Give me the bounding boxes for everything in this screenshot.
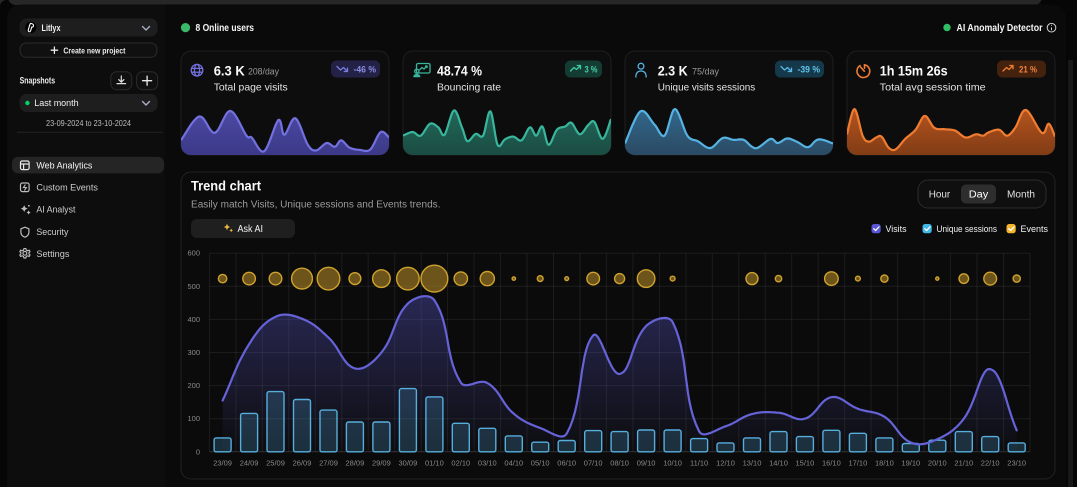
- svg-text:Bouncing rate: Bouncing rate: [437, 81, 501, 93]
- svg-text:13/10: 13/10: [743, 459, 762, 468]
- svg-text:24/09: 24/09: [240, 459, 259, 468]
- svg-text:Security: Security: [36, 227, 68, 238]
- svg-text:75/day: 75/day: [692, 67, 720, 77]
- svg-text:16/10: 16/10: [822, 459, 841, 468]
- svg-text:0: 0: [196, 447, 200, 456]
- svg-text:Litlyx: Litlyx: [42, 23, 61, 33]
- svg-text:15/10: 15/10: [796, 459, 815, 468]
- svg-text:29/09: 29/09: [372, 459, 391, 468]
- svg-text:-39 %: -39 %: [798, 64, 821, 74]
- svg-text:10/10: 10/10: [663, 459, 682, 468]
- svg-text:12/10: 12/10: [716, 459, 735, 468]
- svg-text:25/09: 25/09: [266, 459, 285, 468]
- svg-text:26/09: 26/09: [293, 459, 312, 468]
- svg-text:14/10: 14/10: [769, 459, 788, 468]
- svg-text:200: 200: [187, 381, 200, 390]
- svg-text:AI Anomaly Detector: AI Anomaly Detector: [957, 23, 1043, 34]
- svg-text:Day: Day: [969, 190, 989, 201]
- svg-text:Create new project: Create new project: [63, 45, 125, 55]
- svg-text:AI Analyst: AI Analyst: [36, 205, 75, 216]
- svg-text:06/10: 06/10: [557, 459, 576, 468]
- svg-text:400: 400: [187, 315, 200, 324]
- svg-text:48.74 %: 48.74 %: [437, 63, 482, 79]
- svg-text:208/day: 208/day: [248, 67, 280, 77]
- svg-text:22/10: 22/10: [981, 459, 1000, 468]
- svg-text:01/10: 01/10: [425, 459, 444, 468]
- svg-text:11/10: 11/10: [690, 459, 708, 468]
- svg-text:23-09-2024 to 23-10-2024: 23-09-2024 to 23-10-2024: [46, 119, 131, 128]
- svg-text:23/10: 23/10: [1007, 459, 1026, 468]
- svg-text:6.3 K: 6.3 K: [214, 63, 245, 79]
- svg-text:Total avg session time: Total avg session time: [880, 81, 986, 93]
- svg-text:Web Analytics: Web Analytics: [36, 161, 92, 172]
- svg-text:19/10: 19/10: [901, 459, 920, 468]
- svg-text:04/10: 04/10: [504, 459, 523, 468]
- svg-text:28/09: 28/09: [346, 459, 365, 468]
- svg-text:Easily match Visits, Unique se: Easily match Visits, Unique sessions and…: [191, 200, 441, 211]
- svg-text:07/10: 07/10: [584, 459, 603, 468]
- svg-text:08/10: 08/10: [610, 459, 629, 468]
- svg-text:03/10: 03/10: [478, 459, 497, 468]
- svg-text:Last month: Last month: [34, 98, 78, 108]
- svg-text:300: 300: [187, 348, 200, 357]
- svg-text:500: 500: [187, 282, 200, 291]
- svg-text:Hour: Hour: [929, 190, 951, 201]
- svg-text:Snapshots: Snapshots: [20, 76, 56, 86]
- svg-text:Settings: Settings: [36, 249, 69, 260]
- svg-text:Trend chart: Trend chart: [191, 178, 261, 194]
- svg-text:Custom Events: Custom Events: [36, 183, 98, 194]
- svg-text:8 Online users: 8 Online users: [196, 23, 255, 34]
- svg-text:18/10: 18/10: [875, 459, 894, 468]
- svg-text:-46 %: -46 %: [354, 64, 377, 74]
- svg-text:Ask AI: Ask AI: [238, 224, 264, 235]
- svg-text:Unique sessions: Unique sessions: [937, 224, 998, 234]
- svg-text:21 %: 21 %: [1019, 64, 1037, 74]
- svg-text:02/10: 02/10: [451, 459, 470, 468]
- svg-text:Unique visits sessions: Unique visits sessions: [658, 81, 756, 93]
- svg-text:20/10: 20/10: [928, 459, 947, 468]
- svg-text:Total page visits: Total page visits: [214, 81, 288, 93]
- svg-text:30/09: 30/09: [399, 459, 418, 468]
- svg-text:600: 600: [187, 249, 200, 258]
- svg-text:05/10: 05/10: [531, 459, 550, 468]
- svg-text:Month: Month: [1007, 190, 1035, 201]
- svg-text:Events: Events: [1021, 224, 1049, 234]
- svg-text:Visits: Visits: [886, 224, 907, 234]
- svg-text:100: 100: [187, 414, 200, 423]
- svg-text:1h 15m 26s: 1h 15m 26s: [880, 63, 948, 79]
- svg-text:27/09: 27/09: [319, 459, 338, 468]
- svg-text:09/10: 09/10: [637, 459, 656, 468]
- svg-text:21/10: 21/10: [954, 459, 973, 468]
- svg-text:3 %: 3 %: [585, 64, 598, 74]
- svg-text:17/10: 17/10: [849, 459, 868, 468]
- svg-text:2.3 K: 2.3 K: [658, 63, 688, 79]
- svg-text:23/09: 23/09: [213, 459, 232, 468]
